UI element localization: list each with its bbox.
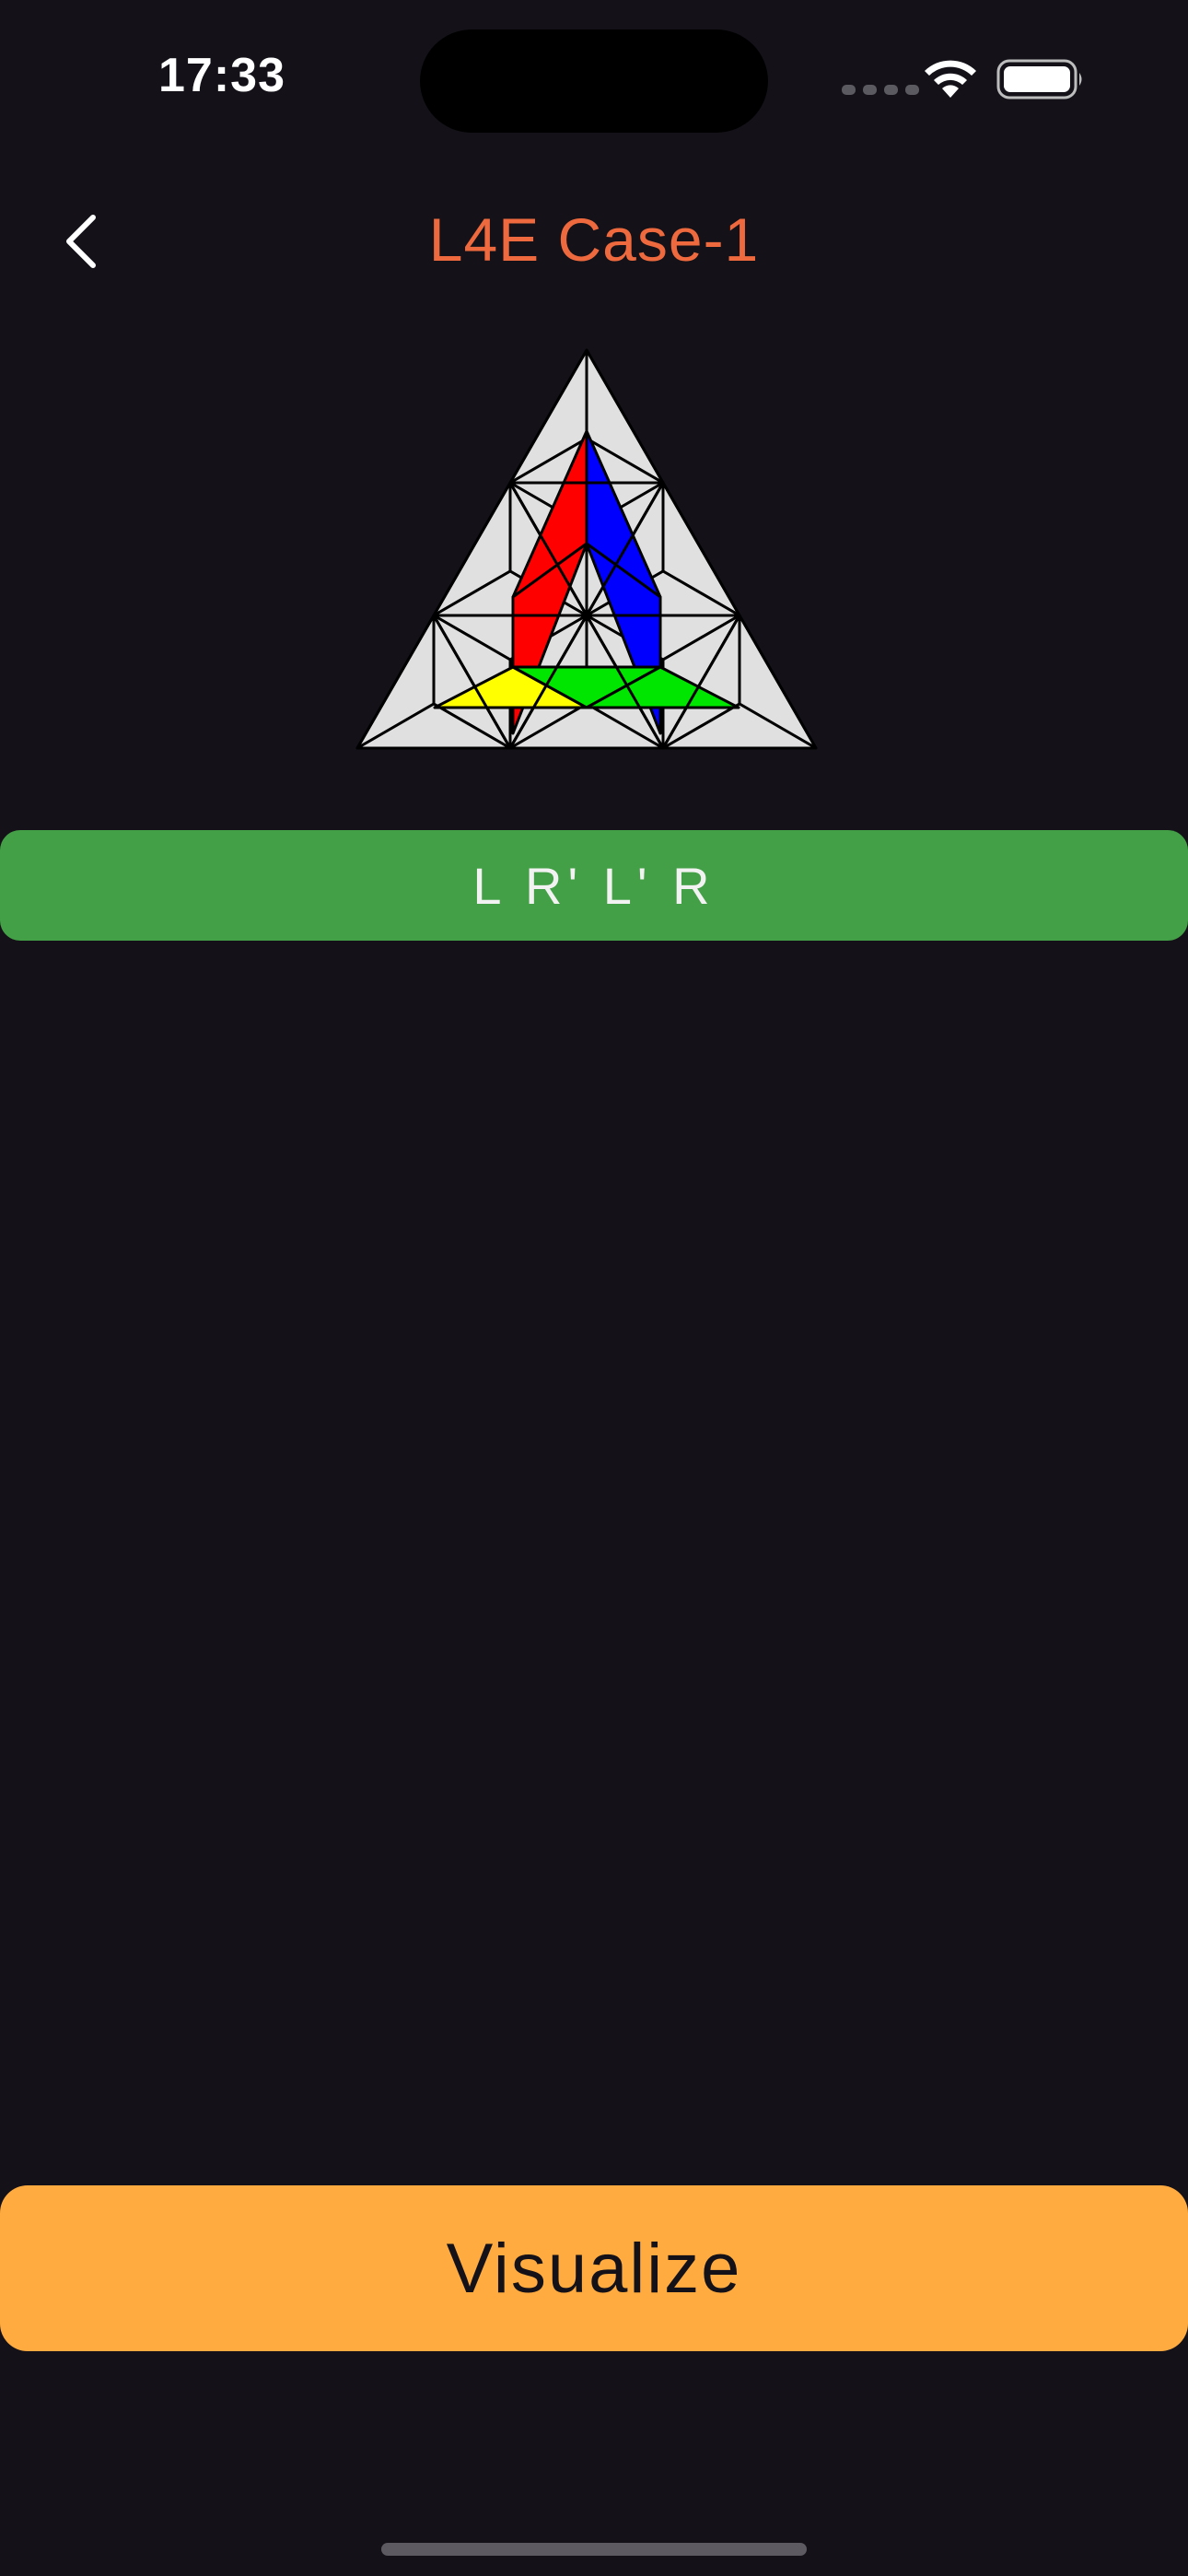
dynamic-island [420,29,768,133]
battery-icon [996,59,1082,100]
visualize-button[interactable]: Visualize [0,2185,1188,2351]
wifi-icon [925,60,976,98]
status-time: 17:33 [158,49,285,102]
algorithm-bar[interactable]: L R' L' R [0,830,1188,941]
home-indicator [381,2543,807,2556]
cellular-signal-icon [842,85,919,95]
page-title: L4E Case-1 [428,205,760,274]
pyraminx-case-diagram [355,348,818,750]
